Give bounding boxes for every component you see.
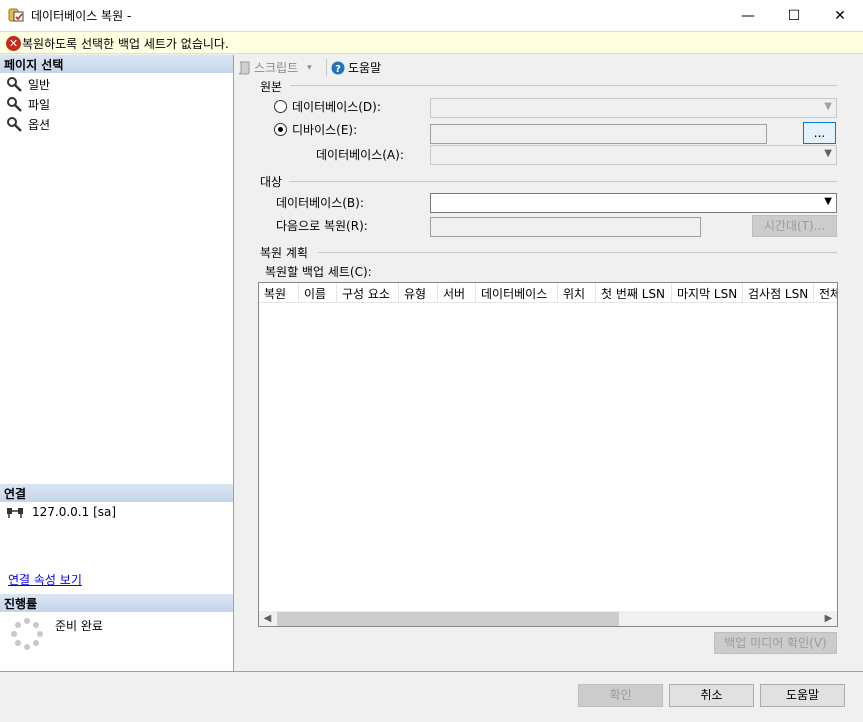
- column-header-component[interactable]: 구성 요소: [337, 283, 399, 303]
- destination-divider: [289, 181, 837, 182]
- help-icon: ?: [331, 61, 345, 75]
- source-database-radio[interactable]: [274, 100, 287, 113]
- toolbar-separator: [326, 59, 327, 76]
- left-panel: 페이지 선택 일반 파일 옵션 연결 127.0.0.1 [sa] 연결 속성 …: [0, 55, 234, 671]
- source-device-radio[interactable]: [274, 123, 287, 136]
- source-database-label: 데이터베이스(D):: [292, 100, 381, 114]
- scrollbar-thumb[interactable]: [277, 612, 619, 626]
- svg-text:?: ?: [335, 64, 341, 75]
- maximize-button[interactable]: ☐: [771, 0, 817, 31]
- wrench-icon: [7, 77, 22, 92]
- connection-value: 127.0.0.1 [sa]: [32, 505, 117, 519]
- error-icon: ✕: [6, 36, 21, 51]
- server-connection-icon: [7, 508, 23, 518]
- minimize-icon: —: [741, 7, 755, 24]
- progress-header: 진행률: [0, 594, 233, 612]
- maximize-icon: ☐: [787, 7, 801, 24]
- wrench-icon: [7, 97, 22, 112]
- ok-button[interactable]: 확인: [578, 684, 663, 707]
- device-database-label: 데이터베이스(A):: [316, 148, 404, 162]
- script-button[interactable]: 스크립트 ▾: [237, 59, 312, 76]
- source-divider: [290, 85, 837, 86]
- scroll-left-icon[interactable]: ◀: [259, 611, 276, 626]
- horizontal-scrollbar[interactable]: ◀ ▶: [259, 611, 837, 626]
- chevron-down-icon: ▼: [824, 101, 832, 112]
- close-button[interactable]: ✕: [817, 0, 863, 31]
- page-item-label: 파일: [28, 97, 51, 112]
- view-connection-properties-link[interactable]: 연결 속성 보기: [8, 571, 82, 588]
- minimize-button[interactable]: —: [725, 0, 771, 31]
- help-button[interactable]: ? 도움말: [331, 59, 381, 76]
- progress-spinner-icon: [11, 618, 43, 650]
- progress-status: 준비 완료: [55, 619, 103, 633]
- column-header-position[interactable]: 위치: [558, 283, 596, 303]
- cancel-button[interactable]: 취소: [669, 684, 754, 707]
- help-label: 도움말: [348, 61, 382, 75]
- close-icon: ✕: [834, 7, 846, 24]
- verify-backup-media-button[interactable]: 백업 미디어 확인(V): [714, 632, 837, 654]
- backup-sets-grid[interactable]: 복원 이름 구성 요소 유형 서버 데이터베이스 위치 첫 번째 LSN 마지막…: [258, 282, 838, 627]
- chevron-down-icon: ▾: [307, 62, 312, 73]
- script-icon: [238, 61, 250, 74]
- help-footer-button[interactable]: 도움말: [760, 684, 845, 707]
- page-item-label: 옵션: [28, 117, 51, 132]
- destination-group-label: 대상: [260, 175, 283, 189]
- device-database-combo[interactable]: ▼: [430, 145, 837, 165]
- script-label: 스크립트: [254, 61, 299, 75]
- destination-database-combo[interactable]: ▼: [430, 193, 837, 213]
- error-banner: ✕ 복원하도록 선택한 백업 세트가 없습니다.: [0, 31, 863, 54]
- grid-header: 복원 이름 구성 요소 유형 서버 데이터베이스 위치 첫 번째 LSN 마지막…: [259, 283, 837, 303]
- source-group-label: 원본: [260, 80, 283, 94]
- error-message: 복원하도록 선택한 백업 세트가 없습니다.: [22, 37, 229, 51]
- restore-to-label: 다음으로 복원(R):: [276, 219, 368, 233]
- restore-to-field[interactable]: [430, 217, 701, 237]
- page-item-options[interactable]: 옵션: [6, 114, 50, 134]
- restore-database-app-icon: [8, 8, 24, 22]
- destination-database-label: 데이터베이스(B):: [276, 196, 364, 210]
- column-header-last-lsn[interactable]: 마지막 LSN: [672, 283, 743, 303]
- page-item-files[interactable]: 파일: [6, 94, 50, 114]
- column-header-restore[interactable]: 복원: [259, 283, 299, 303]
- column-header-database[interactable]: 데이터베이스: [476, 283, 558, 303]
- scroll-right-icon[interactable]: ▶: [820, 611, 837, 626]
- source-database-combo[interactable]: ▼: [430, 98, 837, 118]
- column-header-full[interactable]: 전체: [814, 283, 837, 303]
- column-header-name[interactable]: 이름: [299, 283, 337, 303]
- connection-info: 127.0.0.1 [sa]: [6, 505, 116, 519]
- column-header-type[interactable]: 유형: [399, 283, 438, 303]
- page-item-label: 일반: [28, 77, 51, 92]
- connection-header: 연결: [0, 484, 233, 502]
- restore-plan-group-label: 복원 계획: [260, 246, 308, 260]
- timeline-button[interactable]: 시간대(T)...: [752, 215, 837, 237]
- wrench-icon: [7, 117, 22, 132]
- source-device-label: 디바이스(E):: [292, 123, 358, 137]
- chevron-down-icon: ▼: [824, 148, 832, 159]
- column-header-server[interactable]: 서버: [438, 283, 476, 303]
- page-item-general[interactable]: 일반: [6, 74, 50, 94]
- window-title: 데이터베이스 복원 -: [31, 9, 132, 23]
- column-header-first-lsn[interactable]: 첫 번째 LSN: [596, 283, 672, 303]
- device-path-field[interactable]: [430, 124, 767, 144]
- backup-sets-label: 복원할 백업 세트(C):: [265, 265, 372, 279]
- column-header-checkpoint-lsn[interactable]: 검사점 LSN: [743, 283, 814, 303]
- page-select-header: 페이지 선택: [0, 55, 233, 73]
- toolbar: 스크립트 ▾ ? 도움말: [235, 55, 861, 80]
- dialog-footer: 확인 취소 도움말: [0, 671, 863, 722]
- restore-plan-divider: [318, 252, 837, 253]
- browse-device-button[interactable]: ...: [803, 122, 836, 144]
- title-bar: 데이터베이스 복원 - — ☐ ✕: [0, 0, 863, 31]
- chevron-down-icon: ▼: [824, 196, 832, 207]
